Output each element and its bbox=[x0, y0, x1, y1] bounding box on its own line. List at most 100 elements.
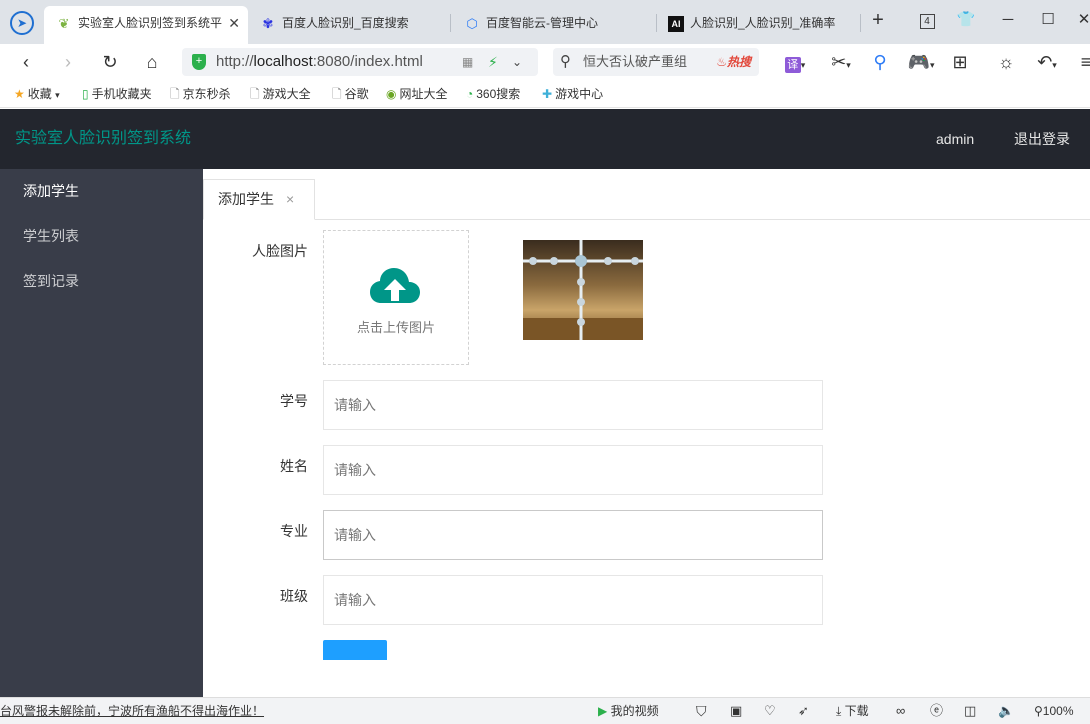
glasses-icon[interactable]: ∞ bbox=[896, 698, 905, 724]
tab-title: 百度人脸识别_百度搜索 bbox=[282, 16, 409, 30]
search-icon: ⚲ bbox=[560, 53, 571, 70]
page-icon: 🗋 bbox=[170, 87, 180, 101]
class-input[interactable] bbox=[323, 575, 823, 625]
bookmark-item[interactable]: 🗋 京东秒杀 bbox=[170, 80, 231, 108]
apps-grid-icon[interactable]: ⊞ bbox=[948, 50, 972, 74]
tab-title: 实验室人脸识别签到系统平 bbox=[78, 16, 223, 30]
page-icon: 🗋 bbox=[332, 87, 342, 101]
phone-icon: ▯ bbox=[82, 87, 89, 101]
name-input[interactable] bbox=[323, 445, 823, 495]
download-icon: ⤓ bbox=[836, 704, 842, 718]
tab-divider bbox=[860, 14, 861, 32]
student-id-label: 学号 bbox=[280, 393, 308, 409]
browser-tab[interactable]: ⬡ 百度智能云-管理中心 bbox=[452, 6, 652, 44]
rocket-icon[interactable]: ➶ bbox=[798, 698, 809, 724]
qr-code-icon[interactable]: ▦ bbox=[462, 48, 473, 76]
bookmark-item[interactable]: 🗋 谷歌 bbox=[332, 80, 369, 108]
zoom-control[interactable]: ⚲100% bbox=[1034, 698, 1074, 724]
window-icon[interactable]: ◫ bbox=[964, 698, 976, 724]
bookmark-item[interactable]: ◉ 网址大全 bbox=[386, 80, 448, 108]
close-tab-icon[interactable]: ✕ bbox=[228, 6, 240, 40]
logout-link[interactable]: 退出登录 bbox=[1014, 109, 1070, 169]
home-icon[interactable]: ⌂ bbox=[140, 50, 164, 74]
brightness-icon[interactable]: ☼ bbox=[994, 50, 1018, 74]
minimize-icon[interactable]: ─ bbox=[994, 6, 1022, 34]
address-bar[interactable]: + http://localhost:8080/index.html ▦ ⚡ ⌄ bbox=[182, 48, 538, 76]
app-title: 实验室人脸识别签到系统 bbox=[15, 130, 192, 147]
back-icon[interactable]: ‹ bbox=[14, 50, 38, 74]
app-header: 实验室人脸识别签到系统 admin 退出登录 bbox=[0, 109, 1090, 169]
tab-count-badge[interactable]: 4 bbox=[913, 6, 941, 34]
magnifier-icon[interactable]: ⚲ bbox=[868, 50, 892, 74]
browser-tab[interactable]: ✾ 百度人脸识别_百度搜索 bbox=[248, 6, 448, 44]
gamepad-icon[interactable]: 🎮▾ bbox=[904, 50, 938, 74]
submit-button[interactable] bbox=[323, 640, 387, 660]
play-icon: ▶ bbox=[598, 704, 608, 718]
class-label: 班级 bbox=[280, 588, 308, 604]
browser-toolbar: ‹ › ↻ ⌂ + http://localhost:8080/index.ht… bbox=[0, 44, 1090, 80]
star-icon: ★ bbox=[14, 87, 25, 101]
ie-icon[interactable]: ⓔ bbox=[930, 698, 943, 724]
sidebar-item-add-student[interactable]: 添加学生 bbox=[0, 169, 203, 214]
chevron-down-icon: ▾ bbox=[55, 90, 60, 100]
upload-area[interactable]: 点击上传图片 bbox=[323, 230, 469, 365]
globe-icon: ◉ bbox=[386, 87, 397, 101]
cloud-hex-icon: ⬡ bbox=[466, 16, 478, 31]
chevron-down-icon[interactable]: ⌄ bbox=[512, 48, 522, 76]
content-tab-bar: 添加学生 × bbox=[203, 179, 1090, 220]
url-text: http://localhost:8080/index.html bbox=[216, 53, 423, 70]
leaf-icon: ❦ bbox=[58, 16, 70, 31]
major-input[interactable] bbox=[323, 510, 823, 560]
browser-menu-icon[interactable]: ➤ bbox=[10, 11, 34, 35]
sidebar-item-sign-records[interactable]: 签到记录 bbox=[0, 259, 203, 304]
shield-status-icon[interactable]: ⛉ bbox=[696, 698, 707, 724]
sidebar-item-student-list[interactable]: 学生列表 bbox=[0, 214, 203, 259]
news-ticker[interactable]: 台风警报未解除前，宁波所有渔船不得出海作业！ bbox=[0, 698, 264, 724]
hot-search-label[interactable]: ♨热搜 bbox=[716, 48, 751, 76]
bookmark-item[interactable]: ▯ 手机收藏夹 bbox=[82, 80, 152, 108]
scissors-icon[interactable]: ✂▾ bbox=[826, 50, 856, 74]
search-text: 恒大否认破产重组 bbox=[583, 54, 688, 69]
face-preview-image bbox=[523, 240, 643, 340]
close-window-icon[interactable]: ✕ bbox=[1070, 6, 1090, 34]
sidebar: 添加学生 学生列表 签到记录 bbox=[0, 169, 203, 697]
bookmark-item[interactable]: ✚ 游戏中心 bbox=[542, 80, 603, 108]
major-label: 专业 bbox=[280, 523, 308, 539]
bookmark-item[interactable]: ◔ 360搜索 bbox=[466, 80, 520, 108]
lightning-icon[interactable]: ⚡ bbox=[488, 48, 498, 76]
tab-title: 百度智能云-管理中心 bbox=[486, 16, 598, 30]
shirt-skin-icon[interactable]: 👕 bbox=[952, 6, 980, 34]
bookmark-item[interactable]: 🗋 游戏大全 bbox=[250, 80, 311, 108]
gamepad-icon: ✚ bbox=[542, 87, 553, 101]
browser-tab-active[interactable]: ❦ 实验室人脸识别签到系统平 ✕ bbox=[44, 6, 248, 44]
face-image-label: 人脸图片 bbox=[252, 243, 308, 259]
upload-hint: 点击上传图片 bbox=[356, 320, 435, 335]
maximize-icon[interactable]: ☐ bbox=[1034, 6, 1062, 34]
student-id-input[interactable] bbox=[323, 380, 823, 430]
user-name[interactable]: admin bbox=[936, 109, 974, 169]
fire-icon: ♨ bbox=[716, 55, 727, 69]
new-tab-icon[interactable]: + bbox=[864, 6, 892, 34]
close-icon[interactable]: × bbox=[286, 180, 294, 218]
image-icon[interactable]: ▣ bbox=[730, 698, 742, 724]
translate-icon[interactable]: 译 ▾ bbox=[780, 50, 810, 74]
search-box[interactable]: ⚲ 恒大否认破产重组 ♨热搜 bbox=[553, 48, 759, 76]
my-video-button[interactable]: ▶ 我的视频 bbox=[598, 698, 659, 724]
download-button[interactable]: ⤓ 下载 bbox=[836, 698, 869, 724]
browser-tab[interactable]: AI 人脸识别_人脸识别_准确率 bbox=[656, 6, 848, 44]
undo-icon[interactable]: ↶▾ bbox=[1032, 50, 1062, 74]
reload-icon[interactable]: ↻ bbox=[98, 50, 122, 74]
browser-tab-bar: ➤ ❦ 实验室人脸识别签到系统平 ✕ ✾ 百度人脸识别_百度搜索 ⬡ 百度智能云… bbox=[0, 0, 1090, 44]
tab-divider bbox=[450, 14, 451, 32]
browser-status-bar: 台风警报未解除前，宁波所有渔船不得出海作业！ ▶ 我的视频 ⛉ ▣ ♡ ➶ ⤓ … bbox=[0, 697, 1090, 724]
menu-icon[interactable]: ≡ bbox=[1074, 50, 1090, 74]
tab-label: 添加学生 bbox=[218, 191, 274, 207]
tab-add-student[interactable]: 添加学生 × bbox=[203, 179, 315, 220]
forward-icon[interactable]: › bbox=[56, 50, 80, 74]
tab-title: 人脸识别_人脸识别_准确率 bbox=[690, 16, 836, 30]
zoom-icon: ⚲ bbox=[1034, 704, 1043, 718]
bookmark-item[interactable]: ★ 收藏 ▾ bbox=[14, 80, 60, 109]
speaker-icon[interactable]: 🔈 bbox=[998, 698, 1014, 724]
search-360-icon: ◔ bbox=[466, 87, 474, 101]
heart-icon[interactable]: ♡ bbox=[764, 698, 776, 724]
